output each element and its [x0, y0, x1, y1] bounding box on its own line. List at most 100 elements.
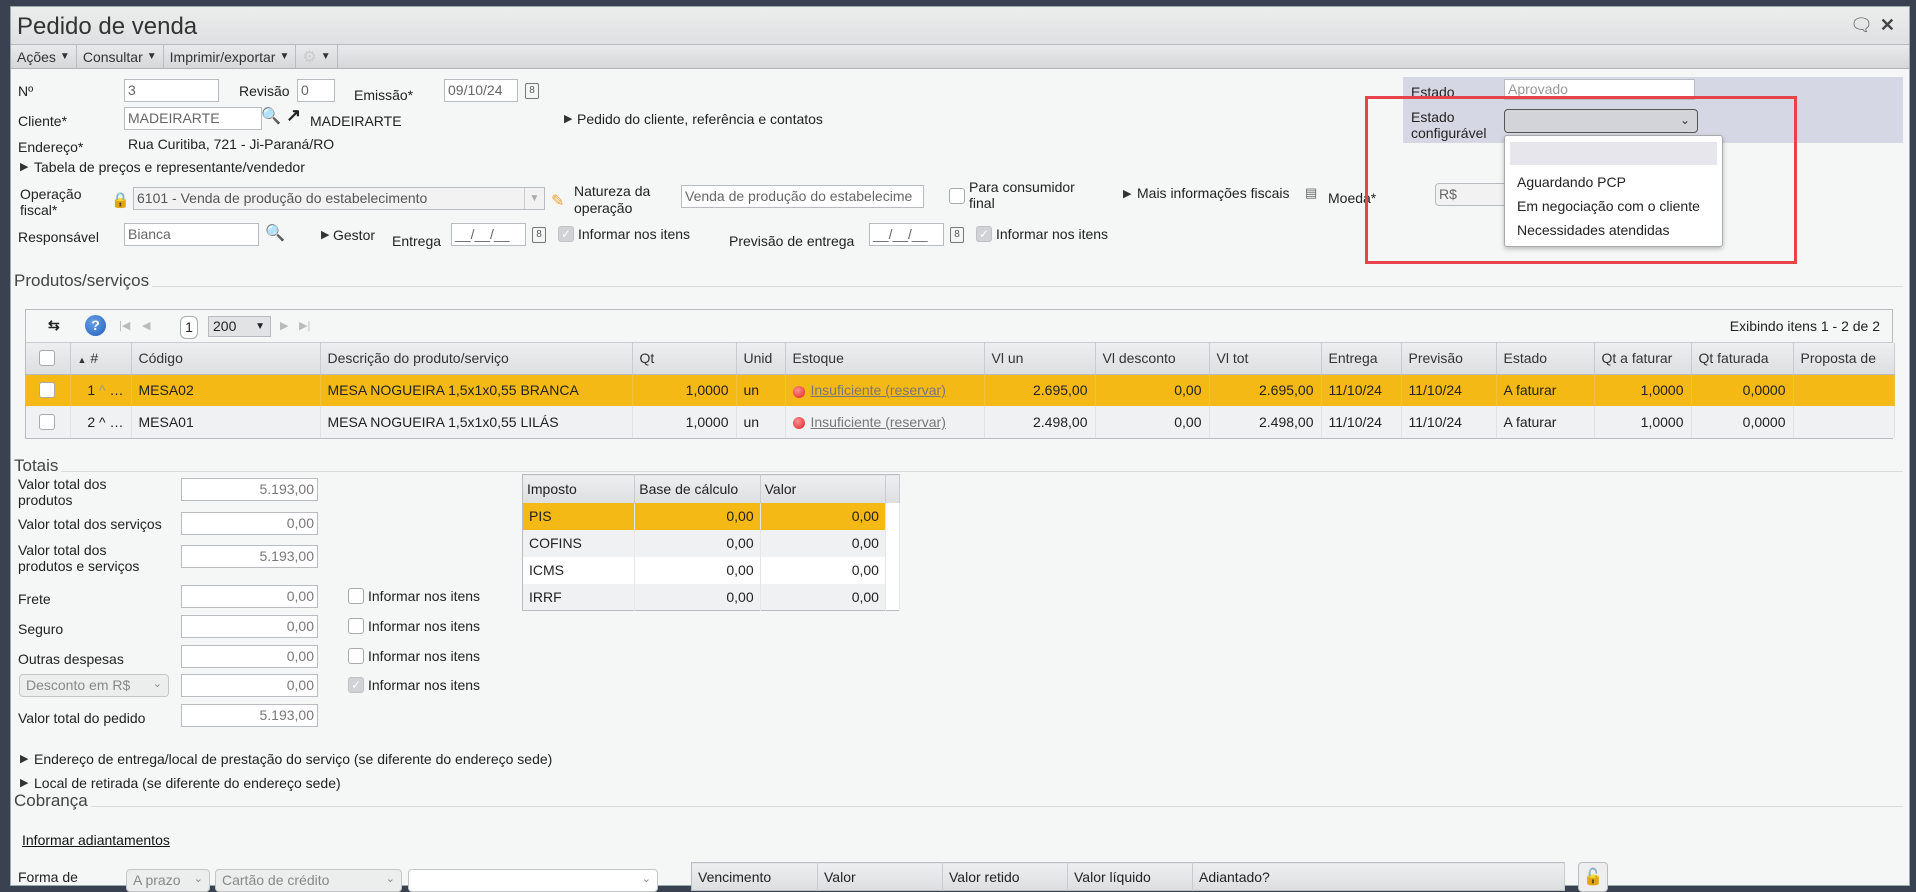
client-input[interactable]: MADEIRARTE [124, 107, 262, 130]
close-icon[interactable]: ✕ [1880, 15, 1895, 36]
pencil-icon[interactable]: ✎ [551, 191, 564, 211]
totals-section-header: Totais [14, 456, 1903, 475]
discount-type-value: Desconto em R$ [26, 677, 131, 693]
col-due-date[interactable]: Vencimento [691, 862, 818, 891]
consult-menu[interactable]: Consultar ▼ [77, 45, 164, 68]
col-stock[interactable]: Estoque [785, 343, 985, 375]
revision-input[interactable]: 0 [297, 79, 335, 102]
cell-status: A faturar [1496, 406, 1595, 438]
search-icon[interactable]: 🔍 [261, 106, 281, 126]
fiscal-op-label-2: fiscal* [20, 202, 58, 218]
advances-link[interactable]: Informar adiantamentos [22, 832, 170, 848]
col-base[interactable]: Base de cálculo [634, 474, 761, 503]
unlock-icon[interactable]: 🔓 [1578, 862, 1608, 892]
more-icon[interactable]: … [110, 382, 124, 398]
delivery-address-link[interactable]: Endereço de entrega/local de prestação d… [34, 751, 552, 767]
calendar-icon[interactable]: 8 [950, 227, 964, 243]
calendar-icon[interactable]: 8 [532, 227, 546, 243]
calendar-icon[interactable]: 8 [525, 83, 539, 99]
more-fiscal-info-link[interactable]: Mais informações fiscais [1137, 185, 1290, 201]
col-delivery[interactable]: Entrega [1321, 343, 1402, 375]
payment-term-select[interactable]: A prazo ⌄ [126, 869, 210, 892]
pickup-location-link[interactable]: Local de retirada (se diferente do ender… [34, 775, 341, 791]
page-size-select[interactable]: 200 ▼ [208, 316, 271, 337]
col-code[interactable]: Código [131, 343, 321, 375]
issue-date-input[interactable]: 09/10/24 [444, 79, 518, 102]
tax-row[interactable]: ICMS 0,00 0,00 [522, 556, 901, 584]
col-value[interactable]: Valor [760, 474, 886, 503]
prev-page-icon[interactable]: ◀ [142, 319, 150, 332]
comment-icon[interactable]: 🗨 [1850, 15, 1873, 36]
discount-items-checkbox[interactable]: ✓ [348, 677, 364, 693]
col-discount[interactable]: Vl desconto [1095, 343, 1210, 375]
payment-extra-select[interactable]: ⌄ [408, 869, 658, 892]
row-select[interactable] [26, 374, 71, 406]
reserve-link[interactable]: Insuficiente (reservar) [811, 414, 946, 430]
inform-items-checkbox[interactable]: ✓ [976, 226, 992, 242]
settings-menu[interactable]: ⚙ ▼ [296, 45, 338, 68]
col-proposal[interactable]: Proposta de [1793, 343, 1895, 375]
insurance-items-checkbox[interactable] [348, 618, 364, 634]
discount-type-select[interactable]: Desconto em R$ ⌄ [19, 674, 169, 697]
payment-method-select[interactable]: Cartão de crédito ⌄ [215, 869, 402, 892]
discount-input[interactable]: 0,00 [181, 674, 318, 697]
forecast-date-input[interactable]: __/__/__ [869, 223, 944, 246]
tax-row[interactable]: PIS 0,00 0,00 [522, 502, 901, 530]
col-qty[interactable]: Qt [632, 343, 737, 375]
col-tax[interactable]: Imposto [522, 474, 636, 503]
next-page-icon[interactable]: ▶ [280, 319, 288, 332]
other-items-checkbox[interactable] [348, 648, 364, 664]
move-up-icon[interactable]: ^ [99, 382, 106, 398]
delivery-date-input[interactable]: __/__/__ [451, 223, 526, 246]
actions-menu[interactable]: Ações ▼ [11, 45, 77, 68]
nature-input[interactable]: Venda de produção do estabelecime [681, 185, 924, 208]
last-page-icon[interactable]: ▶| [299, 319, 310, 332]
col-advanced[interactable]: Adiantado? [1192, 862, 1565, 891]
select-all-checkbox[interactable] [39, 350, 55, 367]
col-description[interactable]: Descrição do produto/serviço [320, 343, 633, 375]
document-icon[interactable]: ▤ [1305, 185, 1317, 201]
insurance-input[interactable]: 0,00 [181, 615, 318, 638]
external-link-icon[interactable]: ↗ [286, 105, 301, 126]
page-input[interactable]: 1 [180, 316, 198, 339]
search-icon[interactable]: 🔍 [265, 223, 285, 243]
price-table-link[interactable]: Tabela de preços e representante/vendedo… [34, 159, 305, 175]
final-consumer-checkbox[interactable] [949, 188, 965, 204]
table-row[interactable]: 2 ^ … MESA01 MESA NOGUEIRA 1,5x1x0,55 LI… [26, 406, 1895, 438]
row-select[interactable] [26, 406, 71, 438]
col-status[interactable]: Estado [1496, 343, 1595, 375]
col-total[interactable]: Vl tot [1209, 343, 1322, 375]
col-unit-value[interactable]: Vl un [984, 343, 1096, 375]
table-row[interactable]: 1 ^ … MESA02 MESA NOGUEIRA 1,5x1x0,55 BR… [26, 374, 1895, 406]
row-checkbox[interactable] [39, 382, 55, 399]
help-icon[interactable]: ? [85, 315, 106, 336]
col-number[interactable]: ▲ # [70, 343, 132, 375]
tax-row[interactable]: COFINS 0,00 0,00 [522, 529, 901, 557]
inform-items-checkbox[interactable]: ✓ [558, 226, 574, 242]
fiscal-op-select[interactable]: 6101 - Venda de produção do estabelecime… [133, 187, 545, 210]
freight-items-checkbox[interactable] [348, 588, 364, 604]
move-up-icon[interactable]: ^ [99, 414, 106, 430]
col-withheld[interactable]: Valor retido [942, 862, 1068, 891]
freight-input[interactable]: 0,00 [181, 585, 318, 608]
print-export-menu[interactable]: Imprimir/exportar ▼ [164, 45, 297, 68]
number-input[interactable]: 3 [124, 79, 219, 102]
col-forecast[interactable]: Previsão [1401, 343, 1497, 375]
col-net[interactable]: Valor líquido [1067, 862, 1193, 891]
reserve-link[interactable]: Insuficiente (reservar) [811, 382, 946, 398]
refresh-icon[interactable]: ⇆ [48, 317, 60, 334]
responsible-input[interactable]: Bianca [124, 223, 259, 246]
row-checkbox[interactable] [39, 414, 55, 430]
more-icon[interactable]: … [110, 414, 124, 430]
col-qty-to-invoice[interactable]: Qt a faturar [1594, 343, 1692, 375]
other-expenses-input[interactable]: 0,00 [181, 645, 318, 668]
manager-link[interactable]: Gestor [333, 227, 375, 243]
row-number: 1 ^ … [70, 374, 132, 406]
col-amount[interactable]: Valor [817, 862, 943, 891]
col-qty-invoiced[interactable]: Qt faturada [1691, 343, 1794, 375]
col-unit[interactable]: Unid [736, 343, 786, 375]
first-page-icon[interactable]: |◀ [119, 319, 130, 332]
client-order-link[interactable]: Pedido do cliente, referência e contatos [577, 111, 823, 127]
tax-row[interactable]: IRRF 0,00 0,00 [522, 583, 901, 611]
select-all-header[interactable] [26, 343, 71, 375]
